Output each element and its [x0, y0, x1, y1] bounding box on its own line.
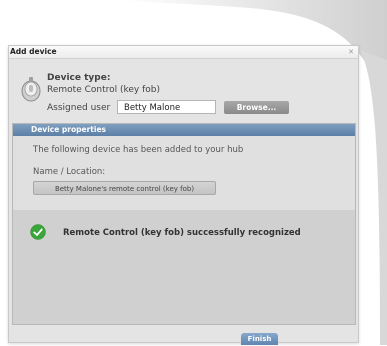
name-location-label: Name / Location:	[33, 167, 106, 177]
key-fob-icon	[21, 77, 41, 102]
panel-header: Device properties	[13, 124, 355, 136]
close-icon[interactable]: ✕	[348, 46, 354, 58]
dialog-titlebar: Add device ✕	[9, 46, 358, 59]
status-area: Remote Control (key fob) successfully re…	[13, 210, 355, 324]
device-type-value: Remote Control (key fob)	[47, 85, 161, 95]
status-message: Remote Control (key fob) successfully re…	[63, 228, 301, 238]
dialog-title: Add device	[10, 47, 57, 56]
device-type-label: Device type:	[47, 73, 111, 83]
browse-button[interactable]: Browse...	[224, 101, 289, 114]
assigned-user-field[interactable]: Betty Malone	[117, 100, 216, 114]
name-location-field[interactable]: Betty Malone's remote control (key fob)	[33, 181, 216, 195]
finish-button[interactable]: Finish	[241, 333, 278, 345]
info-text: The following device has been added to y…	[33, 145, 244, 155]
assigned-user-label: Assigned user	[47, 103, 111, 113]
panel-header-label: Device properties	[31, 125, 106, 134]
device-properties-panel: Device properties The following device h…	[12, 123, 356, 325]
check-icon	[30, 224, 46, 240]
add-device-dialog: Add device ✕ Device type: Remote Control…	[8, 45, 359, 345]
